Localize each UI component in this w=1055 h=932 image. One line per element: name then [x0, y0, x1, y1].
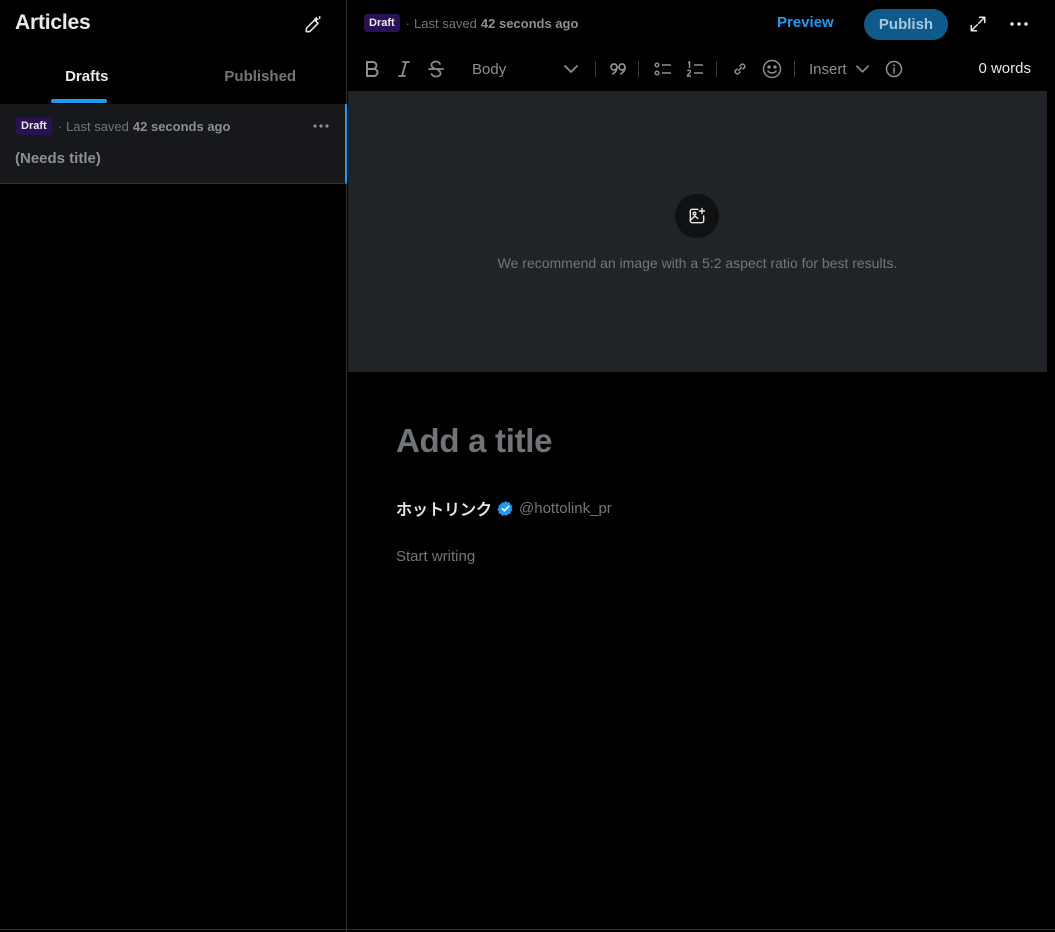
article-title-input[interactable]: Add a title	[396, 422, 553, 460]
emoji-icon	[762, 59, 782, 79]
editor-save-status: Draft · Last saved 42 seconds ago	[364, 14, 578, 32]
draft-item-meta: Draft · Last saved 42 seconds ago	[16, 117, 230, 135]
chevron-down-icon	[564, 65, 579, 73]
article-editor: Draft · Last saved 42 seconds ago Previe…	[348, 0, 1055, 932]
more-horizontal-icon	[1010, 22, 1028, 26]
more-horizontal-icon	[313, 124, 329, 128]
sidebar-title: Articles	[15, 11, 91, 34]
sidebar-tabs: Drafts Published	[0, 52, 347, 103]
draft-badge: Draft	[16, 117, 52, 135]
add-image-icon	[689, 207, 706, 224]
bulleted-list-icon	[654, 62, 671, 76]
numbered-list-icon	[686, 61, 703, 77]
bulleted-list-button[interactable]	[650, 56, 676, 82]
bold-icon	[366, 61, 379, 77]
compose-article-button[interactable]	[300, 12, 326, 38]
link-icon	[734, 63, 746, 75]
text-style-value: Body	[472, 60, 507, 78]
chevron-down-icon	[855, 65, 869, 73]
expand-button[interactable]	[967, 13, 989, 35]
articles-app: Articles Drafts Published Draft · Last s…	[0, 0, 1055, 932]
formatting-toolbar: Body Insert 0 words	[348, 48, 1055, 90]
emoji-button[interactable]	[759, 56, 785, 82]
add-image-button[interactable]	[675, 194, 719, 238]
draft-list-item[interactable]: Draft · Last saved 42 seconds ago (Needs…	[0, 104, 347, 184]
strikethrough-icon	[428, 60, 444, 78]
insert-menu[interactable]: Insert	[809, 56, 869, 82]
draft-more-button[interactable]	[309, 114, 333, 138]
active-tab-indicator	[51, 99, 107, 103]
last-saved-label: Last saved	[66, 118, 129, 134]
cover-image-hint: We recommend an image with a 5:2 aspect …	[497, 255, 898, 271]
verified-badge-icon	[497, 500, 513, 516]
preview-button[interactable]: Preview	[777, 14, 834, 31]
articles-sidebar: Articles Drafts Published Draft · Last s…	[0, 0, 347, 932]
last-saved-label: Last saved	[414, 15, 477, 31]
draft-badge: Draft	[364, 14, 400, 32]
toolbar-divider	[794, 61, 795, 77]
strikethrough-button[interactable]	[423, 56, 449, 82]
cover-image-upload[interactable]: We recommend an image with a 5:2 aspect …	[348, 91, 1047, 372]
author-byline: ホットリンク @hottolink_pr	[396, 496, 612, 520]
numbered-list-button[interactable]	[682, 56, 708, 82]
toolbar-divider	[716, 61, 717, 77]
italic-button[interactable]	[391, 56, 417, 82]
article-body-input[interactable]: Start writing	[396, 548, 475, 565]
editor-more-button[interactable]	[1008, 13, 1030, 35]
quote-icon	[610, 63, 626, 75]
last-saved-time: 42 seconds ago	[132, 118, 231, 134]
publish-button[interactable]: Publish	[864, 9, 948, 40]
info-button[interactable]	[881, 56, 907, 82]
info-icon	[885, 60, 903, 78]
tab-published-label: Published	[224, 68, 297, 85]
toolbar-divider	[638, 61, 639, 77]
sidebar-header: Articles	[0, 0, 347, 48]
link-button[interactable]	[727, 56, 753, 82]
last-saved-time: 42 seconds ago	[480, 15, 579, 31]
italic-icon	[398, 61, 410, 77]
insert-label: Insert	[809, 60, 847, 78]
text-style-select[interactable]: Body	[472, 56, 579, 82]
tab-published[interactable]: Published	[174, 52, 348, 103]
expand-icon	[970, 16, 986, 32]
draft-item-title: (Needs title)	[15, 150, 101, 167]
quote-button[interactable]	[605, 56, 631, 82]
tab-drafts[interactable]: Drafts	[0, 52, 174, 103]
editor-topbar: Draft · Last saved 42 seconds ago Previe…	[348, 0, 1055, 48]
word-count: 0 words	[978, 60, 1031, 77]
meta-separator: ·	[405, 15, 411, 31]
author-name: ホットリンク	[396, 502, 493, 519]
meta-separator: ·	[57, 118, 63, 134]
tab-drafts-label: Drafts	[65, 68, 109, 85]
bold-button[interactable]	[359, 56, 385, 82]
compose-article-icon	[305, 15, 321, 33]
toolbar-divider	[595, 61, 596, 77]
bottom-divider	[0, 929, 1055, 930]
author-handle: @hottolink_pr	[519, 499, 612, 517]
